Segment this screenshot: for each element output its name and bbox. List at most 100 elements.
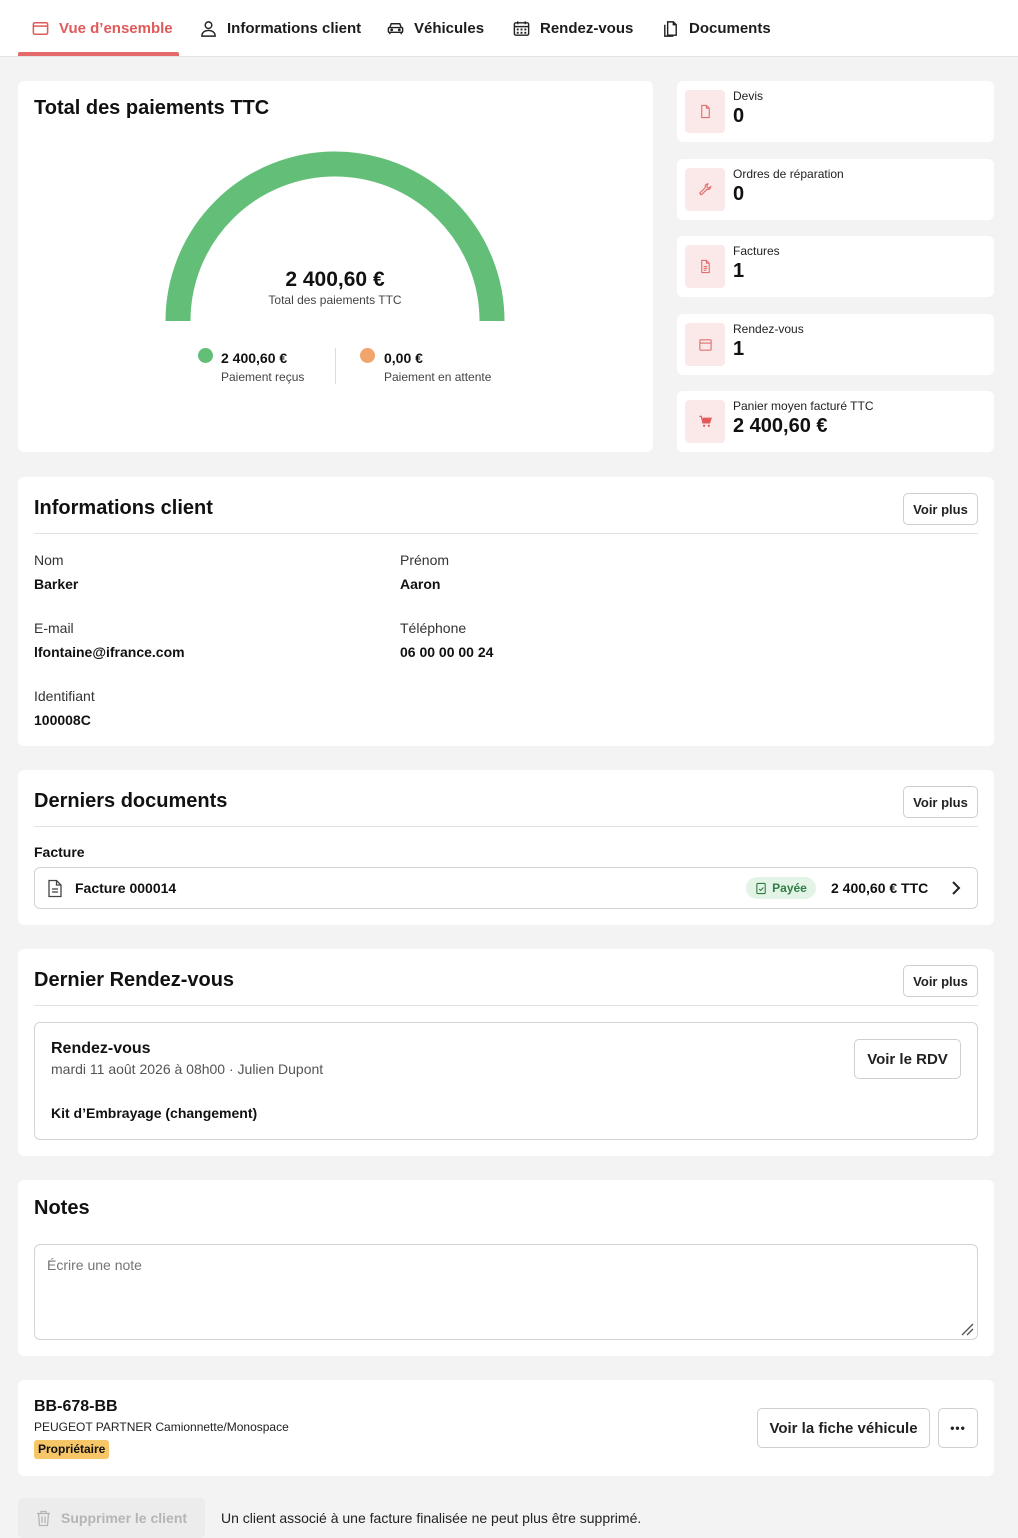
received-label: Paiement reçus (221, 370, 305, 384)
gauge-total: 2 400,60 € (285, 268, 385, 291)
vehicle-model: PEUGEOT PARTNER Camionnette/Monospace (34, 1420, 289, 1434)
stat-repair-orders[interactable]: Ordres de réparation 0 (677, 159, 994, 220)
legend-divider (335, 348, 336, 384)
note-input[interactable] (34, 1244, 978, 1340)
stat-quotes[interactable]: Devis 0 (677, 81, 994, 142)
stat-value: 1 (733, 338, 745, 360)
field-label-nom: Nom (34, 552, 64, 568)
cart-icon (698, 415, 712, 427)
appointment-box: Rendez-vous mardi 11 août 2026 à 08h00 ·… (34, 1022, 978, 1140)
field-value-identifiant: 100008C (34, 712, 91, 728)
pending-dot (360, 348, 375, 363)
stat-value: 2 400,60 € (733, 415, 828, 437)
tab-client-info[interactable]: Informations client (199, 0, 361, 57)
tab-bar: Vue d’ensemble Informations client Véhic… (0, 0, 1018, 57)
tab-label: Véhicules (414, 20, 485, 37)
appointment-description: Kit d’Embrayage (changement) (51, 1105, 258, 1121)
field-value-prenom: Aaron (400, 576, 441, 592)
field-value-telephone: 06 00 00 00 24 (400, 644, 494, 660)
document-amount: 2 400,60 € TTC (831, 880, 929, 896)
owner-badge: Propriétaire (34, 1440, 110, 1459)
stat-label: Devis (733, 89, 764, 103)
field-label-prenom: Prénom (400, 552, 450, 568)
payments-card: Total des paiements TTC 2 400,60 € Total… (18, 81, 653, 452)
appointment-title: Dernier Rendez-vous (34, 969, 235, 991)
stat-label: Factures (733, 244, 780, 258)
stat-label: Panier moyen facturé TTC (733, 399, 874, 413)
invoice-icon (700, 259, 710, 274)
client-info-card: Informations client Voir plus Nom Barker… (18, 477, 994, 746)
car-icon (387, 23, 404, 35)
notes-card: Notes (18, 1180, 994, 1356)
chevron-right-icon (952, 881, 961, 895)
pending-value: 0,00 € (384, 350, 423, 366)
paid-check-icon (756, 882, 766, 894)
documents-more-button[interactable]: Voir plus (903, 786, 978, 818)
appointment-card-title: Rendez-vous (51, 1040, 151, 1057)
tab-label: Vue d’ensemble (59, 20, 173, 37)
section-divider (34, 1005, 978, 1006)
field-label-telephone: Téléphone (400, 620, 467, 636)
stat-label: Ordres de réparation (733, 167, 844, 181)
received-value: 2 400,60 € (221, 350, 288, 366)
documents-title: Derniers documents (34, 790, 228, 812)
tab-documents[interactable]: Documents (661, 0, 771, 57)
stat-value: 1 (733, 260, 745, 282)
pending-label: Paiement en attente (384, 370, 492, 384)
notes-title: Notes (34, 1197, 90, 1219)
section-divider (34, 826, 978, 827)
field-label-email: E-mail (34, 620, 74, 636)
client-info-title: Informations client (34, 497, 213, 519)
payments-title: Total des paiements TTC (34, 97, 270, 119)
tab-appointments[interactable]: Rendez-vous (512, 0, 633, 57)
vehicle-plate: BB-678-BB (34, 1398, 118, 1415)
stat-icon-box (685, 400, 725, 443)
payments-gauge (165, 151, 505, 322)
appointment-more-button[interactable]: Voir plus (903, 965, 978, 997)
stat-invoices[interactable]: Factures 1 (677, 236, 994, 297)
stat-average-basket[interactable]: Panier moyen facturé TTC 2 400,60 € (677, 391, 994, 452)
stat-icon-box (685, 323, 725, 366)
documents-icon (664, 21, 677, 37)
active-tab-indicator (18, 52, 179, 56)
stat-appointments[interactable]: Rendez-vous 1 (677, 314, 994, 375)
client-info-more-button[interactable]: Voir plus (903, 493, 978, 525)
tab-label: Rendez-vous (540, 20, 634, 37)
tab-vehicles[interactable]: Véhicules (386, 0, 484, 57)
calendar-icon (513, 21, 530, 36)
document-name: Facture 000014 (75, 880, 177, 896)
stat-icon-box (685, 245, 725, 288)
field-value-nom: Barker (34, 576, 79, 592)
document-icon (48, 879, 62, 898)
vehicle-more-button[interactable]: ••• (938, 1408, 978, 1448)
stat-value: 0 (733, 183, 745, 205)
received-dot (198, 348, 213, 363)
documents-card: Derniers documents Voir plus Facture Fac… (18, 770, 994, 925)
tab-label: Documents (689, 20, 771, 37)
tab-label: Informations client (227, 20, 362, 37)
view-appointment-button[interactable]: Voir le RDV (854, 1039, 961, 1079)
calendar-icon (698, 339, 712, 351)
user-icon (201, 21, 216, 37)
stat-label: Rendez-vous (733, 322, 804, 336)
stat-icon-box (685, 168, 725, 211)
card-icon (32, 22, 49, 35)
resize-handle-icon[interactable] (960, 1322, 974, 1336)
tab-overview[interactable]: Vue d’ensemble (31, 0, 173, 57)
document-group-label: Facture (34, 844, 85, 860)
wrench-icon (698, 183, 711, 196)
vehicle-card: BB-678-BB PEUGEOT PARTNER Camionnette/Mo… (18, 1380, 994, 1476)
stat-icon-box (685, 90, 725, 133)
stat-value: 0 (733, 105, 745, 127)
section-divider (34, 533, 978, 534)
delete-client-button[interactable]: Supprimer le client (18, 1498, 205, 1538)
document-row[interactable]: Facture 000014 Payée 2 400,60 € TTC (34, 867, 978, 909)
field-label-identifiant: Identifiant (34, 688, 95, 704)
view-vehicle-button[interactable]: Voir la fiche véhicule (757, 1408, 930, 1448)
field-value-email: lfontaine@ifrance.com (34, 644, 185, 660)
file-icon (700, 104, 710, 119)
appointment-datetime: mardi 11 août 2026 à 08h00 · Julien Dupo… (51, 1061, 324, 1077)
status-badge: Payée (746, 877, 816, 899)
appointment-card: Dernier Rendez-vous Voir plus Rendez-vou… (18, 949, 994, 1156)
gauge-total-label: Total des paiements TTC (268, 293, 402, 307)
